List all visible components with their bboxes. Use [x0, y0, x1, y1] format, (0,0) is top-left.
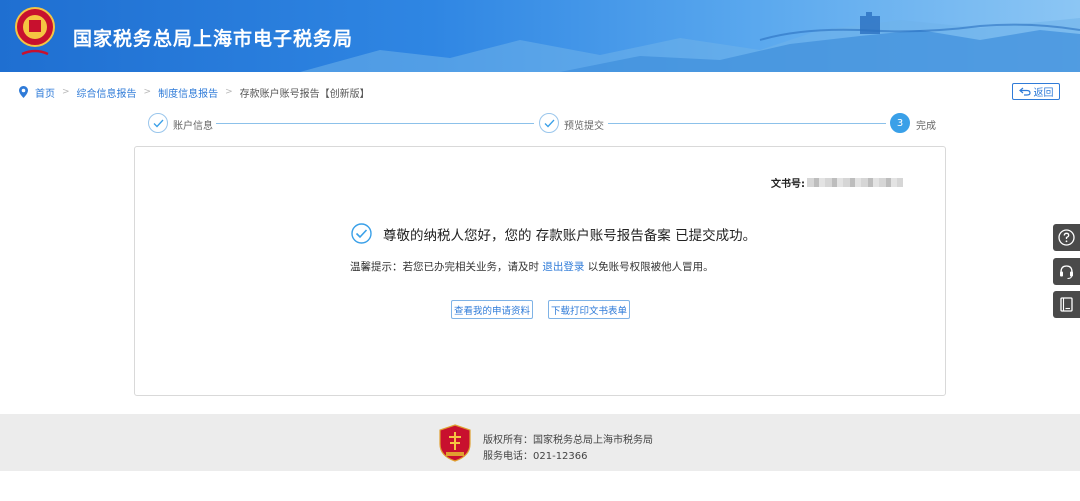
success-message: 尊敬的纳税人您好，您的 存款账户账号报告备案 已提交成功。 [383, 227, 757, 244]
footer-copyright: 版权所有：国家税务总局上海市税务局 [483, 435, 653, 446]
step-2-label: 预览提交 [564, 121, 604, 132]
tip-suffix: 以免账号权限被他人冒用。 [587, 261, 714, 273]
document-number-redacted [807, 178, 903, 187]
return-arrow-icon [1018, 87, 1031, 96]
breadcrumb-separator-icon: > [143, 87, 152, 97]
success-check-icon [351, 223, 372, 244]
location-pin-icon [19, 86, 28, 98]
step-3-label: 完成 [916, 121, 936, 132]
header-banner: 国家税务总局上海市电子税务局 [0, 0, 1080, 72]
help-icon [1058, 229, 1075, 246]
customer-service-icon [1060, 265, 1073, 280]
tip-prefix: 温馨提示：若您已办完相关业务，请及时 [350, 261, 539, 273]
breadcrumb: 首页 > 综合信息报告 > 制度信息报告 > 存款账户账号报告【创新版】 [19, 84, 370, 100]
document-number-label: 文书号: [771, 179, 805, 190]
logout-link[interactable]: 退出登录 [542, 261, 584, 273]
help-button[interactable] [1053, 224, 1080, 251]
progress-steps: 账户信息 预览提交 3 完成 [148, 112, 948, 134]
step-connector [216, 123, 534, 124]
tax-emblem-icon [15, 7, 55, 56]
footer-phone: 服务电话：021-12366 [483, 451, 588, 462]
back-button[interactable]: 返回 [1012, 83, 1060, 100]
breadcrumb-current: 存款账户账号报告【创新版】 [239, 88, 370, 100]
customer-service-button[interactable] [1053, 258, 1080, 285]
breadcrumb-comprehensive-report[interactable]: 综合信息报告 [77, 85, 137, 100]
warm-tip: 温馨提示：若您已办完相关业务，请及时 退出登录 以免账号权限被他人冒用。 [350, 259, 714, 274]
step-1-label: 账户信息 [173, 121, 213, 132]
back-button-label: 返回 [1033, 88, 1054, 99]
view-application-button[interactable]: 查看我的申请资料 [451, 300, 533, 319]
step-2-check-icon [539, 113, 559, 133]
breadcrumb-separator-icon: > [62, 87, 70, 97]
breadcrumb-home[interactable]: 首页 [35, 85, 55, 100]
success-row: 尊敬的纳税人您好，您的 存款账户账号报告备案 已提交成功。 [351, 223, 756, 244]
step-connector [608, 123, 886, 124]
site-title: 国家税务总局上海市电子税务局 [73, 28, 354, 50]
download-form-button[interactable]: 下载打印文书表单 [548, 300, 630, 319]
result-card: 文书号: 尊敬的纳税人您好，您的 存款账户账号报告备案 已提交成功。 温馨提示：… [134, 146, 946, 396]
step-1-check-icon [148, 113, 168, 133]
tax-shield-logo-icon [439, 424, 471, 462]
breadcrumb-separator-icon: > [225, 87, 233, 97]
step-3-number: 3 [890, 113, 910, 133]
breadcrumb-system-report[interactable]: 制度信息报告 [158, 85, 218, 100]
document-number: 文书号: [771, 175, 903, 190]
manual-icon [1060, 297, 1073, 312]
footer: 版权所有：国家税务总局上海市税务局 服务电话：021-12366 [0, 414, 1080, 471]
manual-button[interactable] [1053, 291, 1080, 318]
